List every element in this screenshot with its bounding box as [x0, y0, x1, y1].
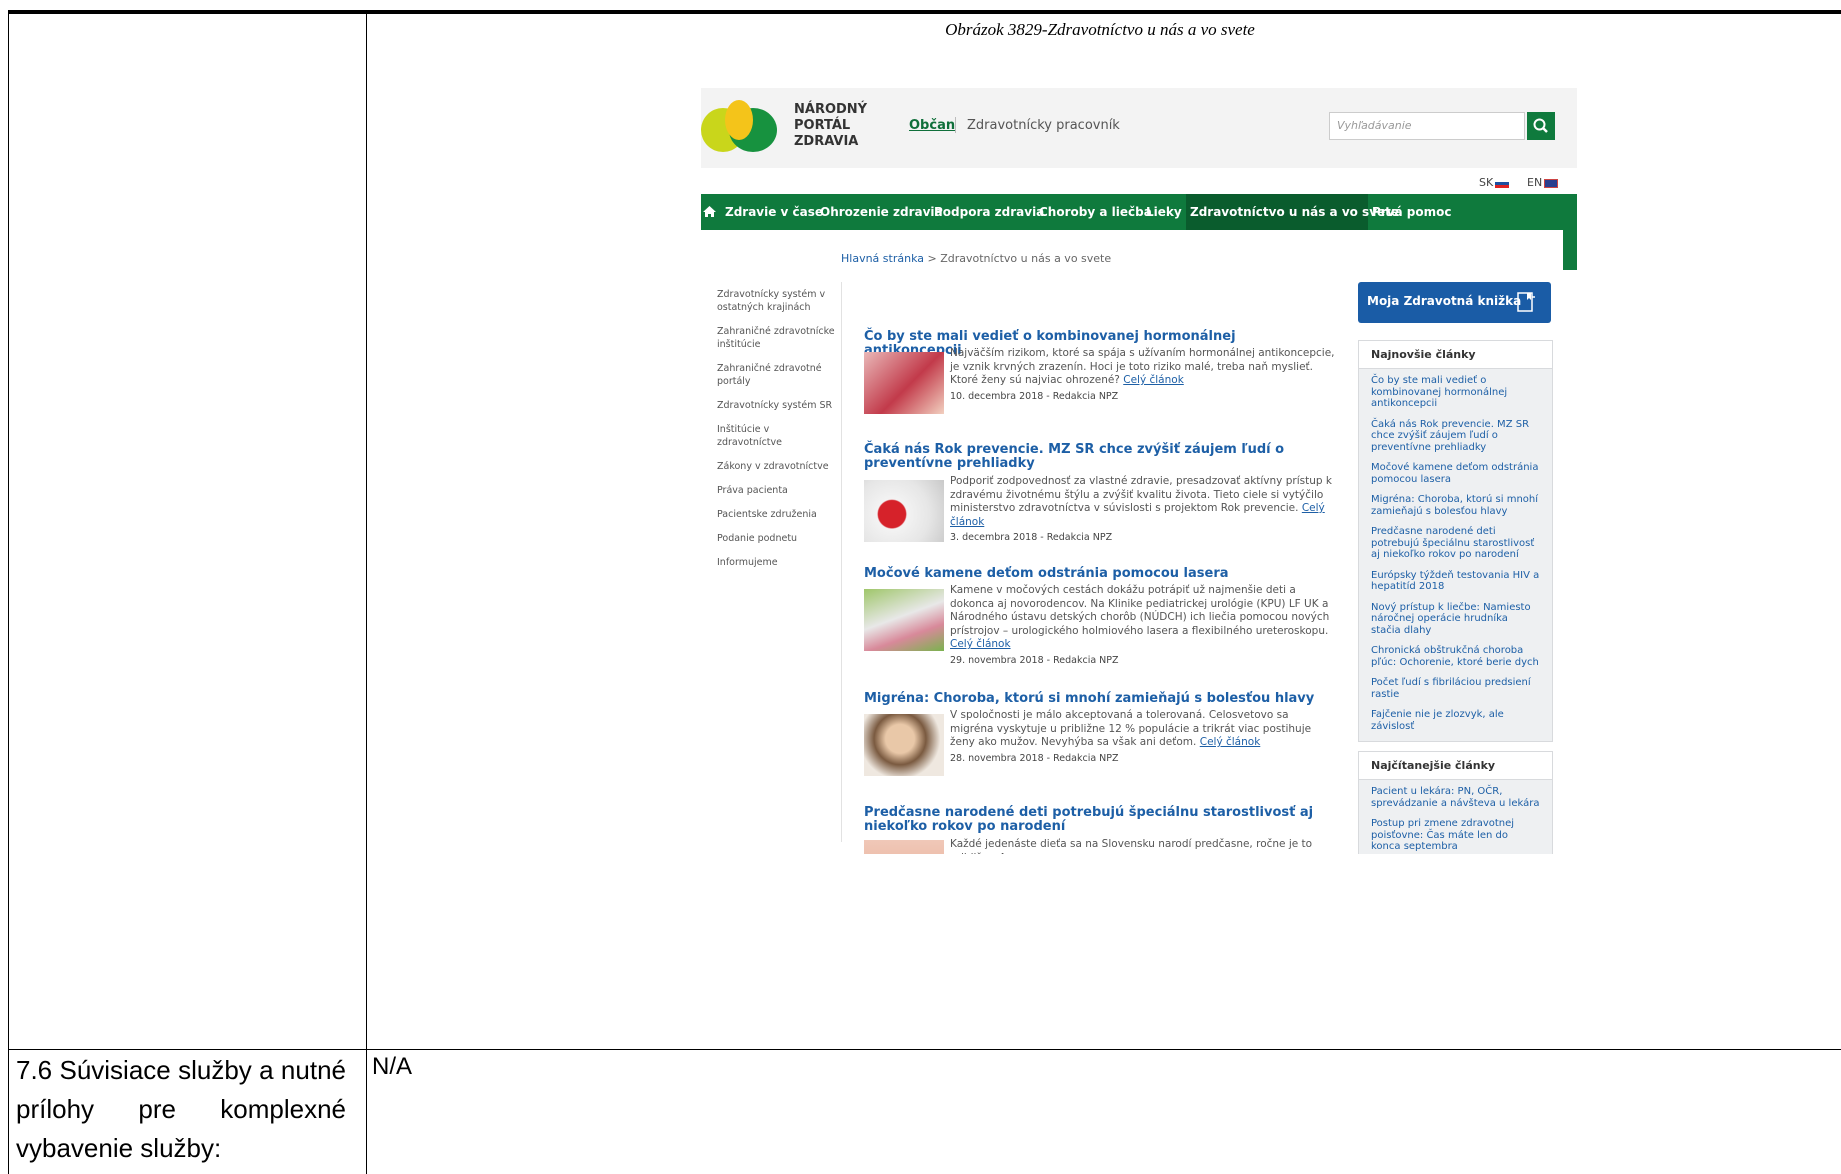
- article-date: 28. novembra 2018 - Redakcia NPZ: [950, 752, 1119, 764]
- table-column-divider: [366, 14, 367, 1174]
- article-item: Predčasne narodené deti potrebujú špeciá…: [864, 806, 1334, 854]
- newest-article-link[interactable]: Európsky týždeň testovania HIV a hepatit…: [1371, 570, 1540, 593]
- most-read-link[interactable]: Postup pri zmene zdravotnej poisťovne: Č…: [1371, 818, 1540, 853]
- portal-logo-icon: [701, 100, 777, 152]
- column-divider: [841, 282, 842, 842]
- newest-article-link[interactable]: Migréna: Choroba, ktorú si mnohí zamieňa…: [1371, 494, 1540, 517]
- breadcrumb: Hlavná stránka > Zdravotníctvo u nás a v…: [841, 252, 1112, 265]
- newest-article-link[interactable]: Chronická obštrukčná choroba pľúc: Ochor…: [1371, 645, 1540, 668]
- article-thumbnail[interactable]: [864, 840, 944, 854]
- left-nav-item[interactable]: Podanie podnetu: [717, 532, 837, 545]
- article-date: 3. decembra 2018 - Redakcia NPZ: [950, 532, 1113, 543]
- nav-edge: [1563, 230, 1577, 270]
- sk-flag-icon: [1495, 178, 1510, 188]
- nav-prva-pomoc[interactable]: Prvá pomoc: [1372, 205, 1452, 219]
- row-label: 7.6 Súvisiace služby a nutné prílohy pre…: [16, 1055, 346, 1163]
- left-nav-item[interactable]: Zákony v zdravotníctve: [717, 460, 837, 473]
- article-excerpt: V spoločnosti je málo akceptovaná a tole…: [950, 709, 1335, 765]
- article-thumbnail[interactable]: [864, 714, 944, 776]
- newest-article-link[interactable]: Nový prístup k liečbe: Namiesto náročnej…: [1371, 602, 1540, 637]
- newest-article-link[interactable]: Fajčenie nie je zlozvyk, ale závislosť: [1371, 709, 1540, 732]
- main-nav: Zdravie v čase Ohrozenie zdravia Podpora…: [701, 194, 1577, 230]
- article-title[interactable]: Čaká nás Rok prevencie. MZ SR chce zvýši…: [864, 443, 1334, 471]
- left-nav-item[interactable]: Zahraničné zdravotnícke inštitúcie: [717, 325, 837, 351]
- notebook-icon: [1517, 292, 1535, 312]
- article-thumbnail[interactable]: [864, 480, 944, 542]
- nav-choroby-a-liecba[interactable]: Choroby a liečba: [1039, 205, 1152, 219]
- article-more-link[interactable]: Celý článok: [1200, 736, 1261, 748]
- article-item: Migréna: Choroba, ktorú si mnohí zamieňa…: [864, 692, 1334, 776]
- newest-article-link[interactable]: Čaká nás Rok prevencie. MZ SR chce zvýši…: [1371, 419, 1540, 454]
- nav-podpora-zdravia[interactable]: Podpora zdravia: [934, 205, 1044, 219]
- most-read-title: Najčítanejšie články: [1359, 752, 1552, 780]
- article-title[interactable]: Predčasne narodené deti potrebujú špeciá…: [864, 806, 1334, 834]
- portal-logo-text: NÁRODNÝ PORTÁL ZDRAVIA: [794, 102, 868, 149]
- article-date: 29. novembra 2018 - Redakcia NPZ: [950, 654, 1119, 666]
- article-excerpt: Najväčším rizikom, ktoré sa spája s užív…: [950, 347, 1335, 402]
- search-icon: [1533, 118, 1548, 133]
- uk-flag-icon: [1544, 178, 1559, 188]
- most-read-box: Najčítanejšie články Pacient u lekára: P…: [1358, 751, 1553, 854]
- newest-article-link[interactable]: Močové kamene deťom odstránia pomocou la…: [1371, 462, 1540, 485]
- figure-caption: Obrázok 3829-Zdravotníctvo u nás a vo sv…: [945, 20, 1255, 39]
- segment-separator: [955, 117, 956, 133]
- article-excerpt: Kamene v močových cestách dokážu potrápi…: [950, 584, 1335, 667]
- table-row-divider: [9, 1049, 1841, 1050]
- left-nav-item[interactable]: Pacientske združenia: [717, 508, 837, 521]
- home-icon[interactable]: [703, 205, 716, 218]
- search-button[interactable]: [1527, 112, 1555, 140]
- breadcrumb-current: Zdravotníctvo u nás a vo svete: [940, 252, 1112, 265]
- embedded-screenshot: NÁRODNÝ PORTÁL ZDRAVIA Občan Zdravotníck…: [701, 88, 1577, 854]
- left-nav-item[interactable]: Zdravotnícky systém v ostatných krajinác…: [717, 288, 837, 314]
- lang-sk[interactable]: SK: [1479, 176, 1510, 189]
- segment-obcan[interactable]: Občan: [909, 118, 955, 133]
- article-excerpt: Každé jedenáste dieťa sa na Slovensku na…: [950, 838, 1313, 854]
- article-title[interactable]: Močové kamene deťom odstránia pomocou la…: [864, 567, 1334, 581]
- article-thumbnail[interactable]: [864, 352, 944, 414]
- newest-article-link[interactable]: Čo by ste mali vedieť o kombinovanej hor…: [1371, 375, 1540, 410]
- left-nav-item[interactable]: Inštitúcie v zdravotníctve: [717, 423, 837, 449]
- breadcrumb-home[interactable]: Hlavná stránka: [841, 252, 924, 265]
- newest-article-link[interactable]: Predčasne narodené deti potrebujú špeciá…: [1371, 526, 1540, 561]
- article-more-link[interactable]: Celý článok: [1123, 374, 1184, 386]
- nav-ohrozenie-zdravia[interactable]: Ohrozenie zdravia: [820, 205, 943, 219]
- article-item: Čaká nás Rok prevencie. MZ SR chce zvýši…: [864, 443, 1334, 543]
- site-header: NÁRODNÝ PORTÁL ZDRAVIA Občan Zdravotníck…: [701, 88, 1577, 168]
- nav-zdravie-v-case[interactable]: Zdravie v čase: [725, 205, 823, 219]
- lang-en[interactable]: EN: [1527, 176, 1559, 189]
- newest-articles-title: Najnovšie články: [1359, 341, 1552, 369]
- left-nav-item[interactable]: Zahraničné zdravotné portály: [717, 362, 837, 388]
- left-nav-item[interactable]: Zdravotnícky systém SR: [717, 399, 837, 412]
- left-nav-item[interactable]: Práva pacienta: [717, 484, 837, 497]
- nav-zdravotnictvo[interactable]: Zdravotníctvo u nás a vo svete: [1190, 205, 1399, 219]
- segment-zdravotnicky-pracovnik[interactable]: Zdravotnícky pracovník: [967, 118, 1120, 133]
- article-item: Čo by ste mali vedieť o kombinovanej hor…: [864, 330, 1335, 414]
- left-nav-item[interactable]: Informujeme: [717, 556, 837, 569]
- article-excerpt: Podporiť zodpovednosť za vlastné zdravie…: [950, 475, 1335, 545]
- article-date: 10. decembra 2018 - Redakcia NPZ: [950, 390, 1119, 402]
- left-nav: Zdravotnícky systém v ostatných krajinác…: [717, 288, 837, 580]
- article-item: Močové kamene deťom odstránia pomocou la…: [864, 567, 1334, 666]
- most-read-link[interactable]: Pacient u lekára: PN, OČR, sprevádzanie …: [1371, 786, 1540, 809]
- moja-zdravotna-knizka-button[interactable]: Moja Zdravotná knižka: [1358, 282, 1551, 323]
- search-input[interactable]: Vyhľadávanie: [1329, 112, 1525, 140]
- article-title[interactable]: Migréna: Choroba, ktorú si mnohí zamieňa…: [864, 692, 1334, 706]
- article-thumbnail[interactable]: [864, 589, 944, 651]
- row-value: N/A: [372, 1053, 413, 1080]
- nav-lieky[interactable]: Lieky: [1146, 205, 1182, 219]
- newest-articles-box: Najnovšie články Čo by ste mali vedieť o…: [1358, 340, 1553, 742]
- article-more-link[interactable]: Celý článok: [950, 638, 1011, 650]
- newest-article-link[interactable]: Počet ľudí s fibriláciou predsiení rasti…: [1371, 677, 1540, 700]
